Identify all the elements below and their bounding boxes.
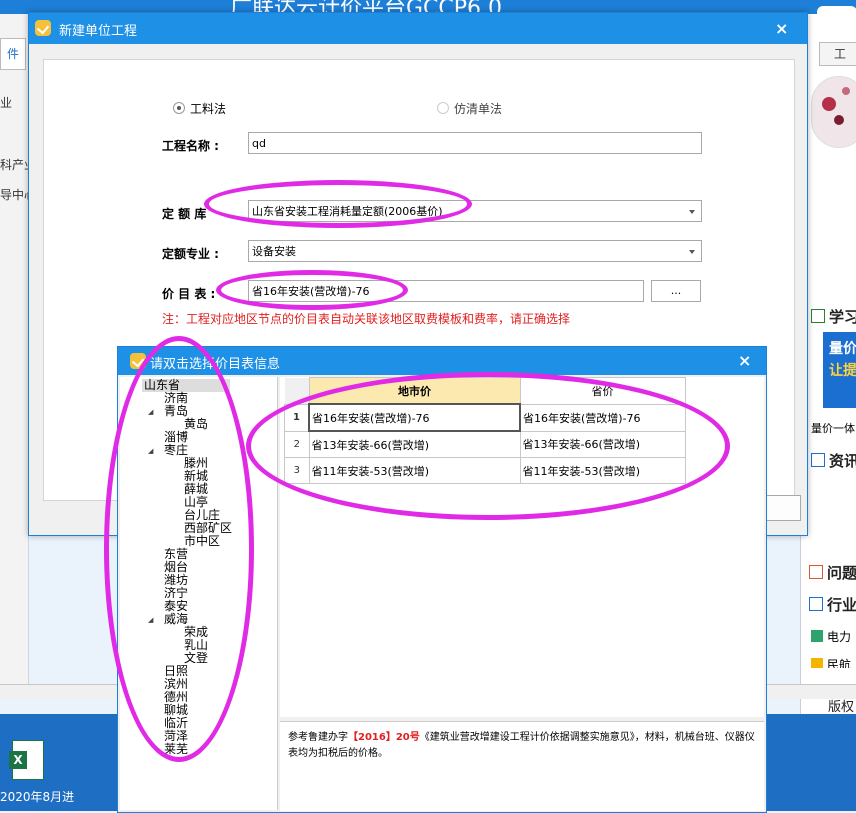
picker-title-bar[interactable]: 请双击选择价目表信息 ×	[118, 347, 766, 375]
row-number: 1	[284, 403, 310, 432]
radio-labor-material[interactable]	[173, 102, 185, 114]
dialog-title-bar[interactable]: 新建单位工程 ×	[29, 13, 807, 44]
project-name-label: 工程名称 :	[162, 139, 219, 153]
promo-banner[interactable]: 量价 让提	[823, 332, 856, 408]
side-item-study[interactable]: 学习	[811, 306, 856, 327]
side-item-news[interactable]: 资讯	[811, 450, 856, 471]
province-price-cell[interactable]: 省11年安装-53(营改增)	[519, 457, 686, 484]
background-left-panel: 件 业 科产业 导中心	[0, 14, 36, 684]
play-icon	[811, 309, 825, 323]
row-number: 2	[284, 430, 310, 458]
tree-expand-icon[interactable]: ◢	[148, 447, 153, 455]
price-table-input[interactable]: 省16年安装(营改增)-76	[248, 280, 644, 302]
region-note: 注：工程对应地区节点的价目表自动关联该地区取费模板和费率，请正确选择	[162, 312, 571, 326]
price-table-grid: 地市价 省价 1 省16年安装(营改增)-76 省16年安装(营改增)-76 2…	[280, 377, 764, 717]
dialog-title: 新建单位工程	[59, 24, 138, 39]
background-right-panel: 工 学习 量价 让提 量价一体 资讯 问题 行业 电力 民航	[800, 6, 856, 714]
dialog-action-button[interactable]	[765, 495, 801, 521]
row-number: 3	[284, 457, 310, 484]
background-right-top-button[interactable]	[817, 6, 856, 30]
chevron-down-icon	[689, 210, 695, 214]
app-logo-icon	[35, 20, 51, 36]
power-icon	[811, 630, 823, 642]
table-header-row: 地市价 省价	[284, 377, 686, 405]
desktop-area-right	[766, 714, 856, 811]
picker-title: 请双击选择价目表信息	[150, 357, 281, 372]
grid-icon	[809, 597, 823, 611]
tree-expand-icon[interactable]: ◢	[148, 408, 153, 416]
quota-library-select[interactable]: 山东省安装工程消耗量定额(2006基价)	[248, 200, 702, 222]
news-icon	[811, 453, 825, 467]
province-price-cell[interactable]: 省13年安装-66(营改增)	[519, 430, 686, 458]
close-icon[interactable]: ×	[775, 19, 788, 38]
quota-specialty-label: 定额专业 :	[162, 247, 219, 261]
copyright-text: 版权	[828, 700, 855, 715]
quota-library-label: 定 额 库	[162, 207, 207, 221]
price-table-picker-dialog: 请双击选择价目表信息 × 山东省 济南 青岛 ◢ 黄岛 淄博 枣庄 ◢ 滕州 新城 薛城 山亭 台儿庄西…	[117, 346, 767, 813]
browse-price-table-button[interactable]: ...	[651, 280, 701, 302]
tree-expand-icon[interactable]: ◢	[148, 616, 153, 624]
project-name-input[interactable]: qd	[248, 132, 702, 154]
desktop-area: X 2020年8月进	[0, 714, 120, 811]
city-price-cell[interactable]: 省11年安装-53(营改增)	[308, 457, 521, 484]
background-left-label: 业	[0, 96, 13, 110]
avatar[interactable]	[811, 76, 856, 148]
radio-quasi-bill[interactable]	[437, 102, 449, 114]
city-price-cell[interactable]: 省13年安装-66(营改增)	[308, 430, 521, 458]
chevron-down-icon	[689, 250, 695, 254]
question-icon	[809, 565, 823, 579]
side-sub-item-aviation[interactable]: 民航	[811, 656, 851, 668]
close-icon[interactable]: ×	[738, 351, 751, 370]
side-item-question[interactable]: 问题	[809, 562, 856, 583]
desktop-file-label[interactable]: 2020年8月进	[0, 788, 74, 805]
radio-labor-material-label[interactable]: 工料法	[190, 100, 226, 117]
background-right-tab[interactable]: 工	[819, 42, 856, 66]
table-row[interactable]: 2 省13年安装-66(营改增) 省13年安装-66(营改增)	[284, 430, 686, 458]
promo-caption[interactable]: 量价一体	[811, 420, 855, 436]
background-left-button[interactable]: 件	[0, 38, 26, 70]
price-table-label: 价 目 表 :	[162, 287, 216, 301]
tree-item[interactable]: 莱芜	[164, 743, 188, 756]
quota-specialty-select[interactable]: 设备安装	[248, 240, 702, 262]
side-item-industry[interactable]: 行业	[809, 594, 856, 615]
corner-cell	[284, 377, 310, 405]
header-province-price[interactable]: 省价	[519, 377, 686, 405]
price-table-description: 参考鲁建办字【2016】20号《建筑业营改增建设工程计价依据调整实施意见》，材料…	[280, 721, 764, 811]
excel-file-icon[interactable]: X	[9, 740, 44, 780]
region-tree: 山东省 济南 青岛 ◢ 黄岛 淄博 枣庄 ◢ 滕州 新城 薛城 山亭 台儿庄 西部矿区 市中区 东营 烟台 潍坊济…	[120, 377, 278, 810]
plane-icon	[811, 658, 823, 668]
table-row[interactable]: 1 省16年安装(营改增)-76 省16年安装(营改增)-76	[284, 403, 686, 432]
price-table: 地市价 省价 1 省16年安装(营改增)-76 省16年安装(营改增)-76 2…	[284, 377, 686, 484]
table-row[interactable]: 3 省11年安装-53(营改增) 省11年安装-53(营改增)	[284, 457, 686, 484]
app-logo-icon	[130, 353, 146, 369]
header-city-price[interactable]: 地市价	[308, 377, 521, 405]
province-price-cell[interactable]: 省16年安装(营改增)-76	[519, 403, 686, 432]
radio-quasi-bill-label[interactable]: 仿清单法	[454, 100, 502, 117]
tree-item[interactable]: 市中区	[184, 535, 220, 548]
side-sub-item-power[interactable]: 电力	[811, 628, 851, 645]
city-price-cell[interactable]: 省16年安装(营改增)-76	[308, 403, 521, 432]
